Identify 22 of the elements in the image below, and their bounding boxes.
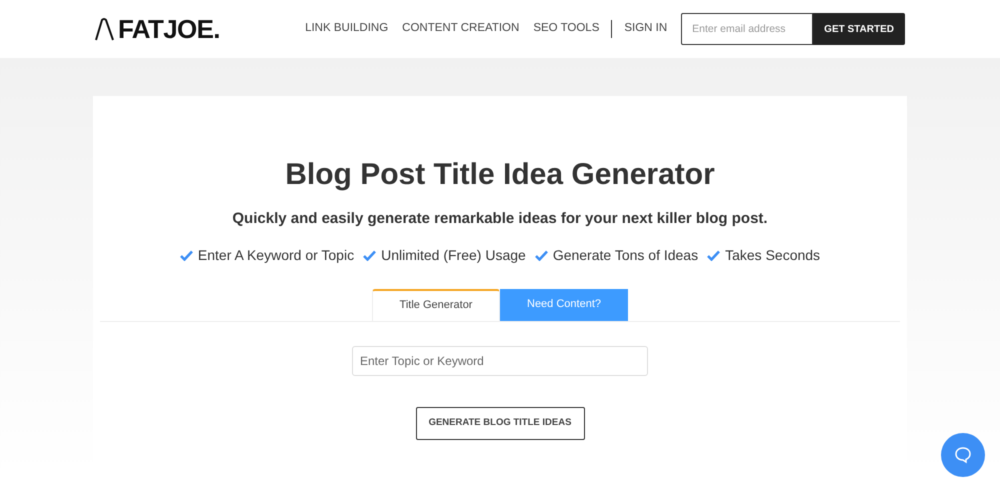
email-field[interactable]: Enter email address [681, 13, 814, 45]
chat-button[interactable] [941, 433, 985, 477]
nav-link[interactable]: SIGN IN [624, 20, 668, 38]
topic-field[interactable]: Enter Topic or Keyword [352, 346, 648, 376]
check-icon [180, 250, 193, 260]
page-title: Blog Post Title Idea Generator [285, 160, 715, 190]
nav-link[interactable]: LINK BUILDING [305, 20, 388, 38]
logo-text[interactable]: FATJOE. [118, 16, 220, 42]
subtitle: Quickly and easily generate remarkable ideas for your next killer blog post. [232, 209, 768, 229]
check-icon [707, 250, 720, 260]
chat-icon [954, 446, 972, 464]
feature-text: Generate Tons of Ideas [552, 246, 698, 264]
get-started-button[interactable]: GET STARTED [813, 13, 905, 45]
nav-link[interactable]: SEO TOOLS [533, 20, 600, 38]
nav-link[interactable]: CONTENT CREATION [402, 20, 520, 38]
check-icon [363, 250, 376, 260]
feature-text: Unlimited (Free) Usage [381, 246, 526, 265]
check-icon [534, 250, 548, 260]
tab[interactable]: Title Generator [372, 288, 500, 320]
feature-text: Enter A Keyword or Topic [198, 246, 354, 265]
feature-text: Takes Seconds [725, 246, 820, 264]
generate-button[interactable]: GENERATE BLOG TITLE IDEAS [416, 406, 584, 440]
